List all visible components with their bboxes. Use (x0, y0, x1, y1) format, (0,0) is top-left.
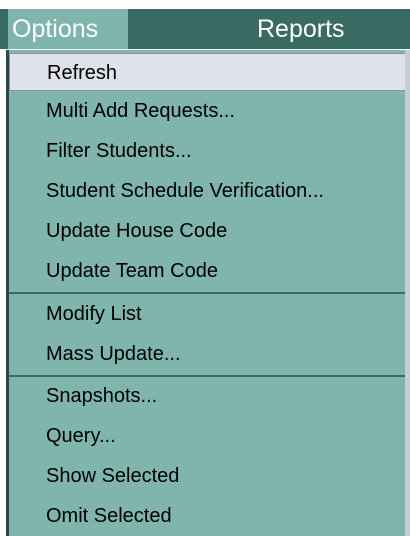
menu-item-query[interactable]: Query... (9, 417, 410, 455)
menu-bar: Options Reports (0, 9, 410, 49)
menu-item-show-selected[interactable]: Show Selected (9, 457, 410, 495)
menu-item-update-house-code[interactable]: Update House Code (9, 212, 410, 250)
menu-item-modify-list[interactable]: Modify List (9, 295, 410, 333)
menu-options[interactable]: Options (8, 9, 128, 49)
background-content-top (0, 0, 410, 9)
options-dropdown-menu: Refresh Multi Add Requests... Filter Stu… (6, 50, 410, 536)
menu-item-omit-selected[interactable]: Omit Selected (9, 497, 410, 535)
menu-item-student-schedule-verification[interactable]: Student Schedule Verification... (9, 172, 410, 210)
menu-item-mass-update[interactable]: Mass Update... (9, 335, 410, 373)
menu-reports[interactable]: Reports (257, 9, 345, 49)
menu-right-edge (405, 50, 410, 536)
menu-item-refresh[interactable]: Refresh (9, 53, 410, 91)
menu-item-snapshots[interactable]: Snapshots... (9, 377, 410, 415)
menu-item-filter-students[interactable]: Filter Students... (9, 132, 410, 170)
menu-separator (9, 292, 410, 294)
menu-item-multi-add-requests[interactable]: Multi Add Requests... (9, 92, 410, 130)
menu-item-update-team-code[interactable]: Update Team Code (9, 252, 410, 290)
